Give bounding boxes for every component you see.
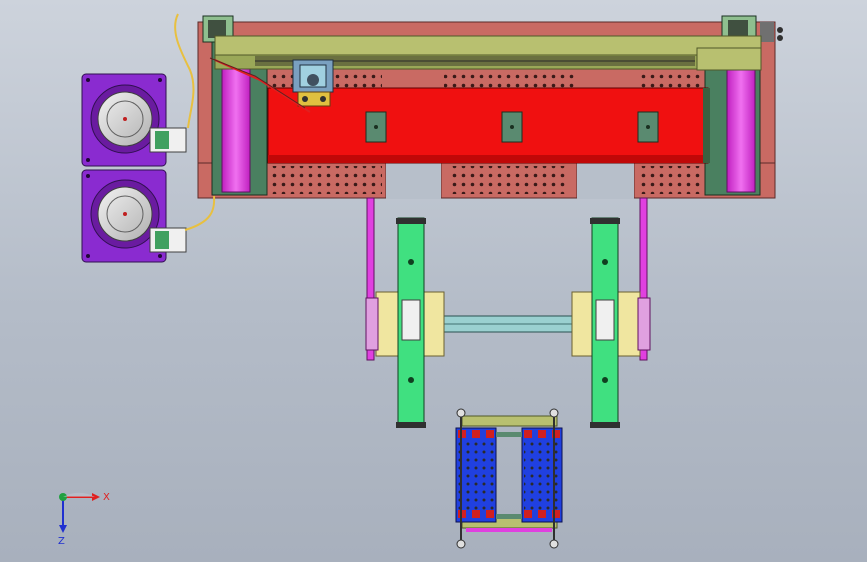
red-carriage <box>267 87 710 164</box>
cad-viewport[interactable]: X Z <box>0 0 867 562</box>
coordinate-triad: X Z <box>58 492 110 547</box>
lower-motor-unit <box>81 169 187 263</box>
small-gripper-head <box>292 59 334 107</box>
left-green-arm <box>396 217 426 428</box>
upper-motor-unit <box>81 73 187 167</box>
axis-x-label: X <box>103 492 110 503</box>
right-green-arm <box>590 217 620 428</box>
blue-gripper-assembly <box>455 408 563 549</box>
axis-z-label: Z <box>58 536 65 547</box>
assembly-drawing: X Z <box>58 13 783 549</box>
